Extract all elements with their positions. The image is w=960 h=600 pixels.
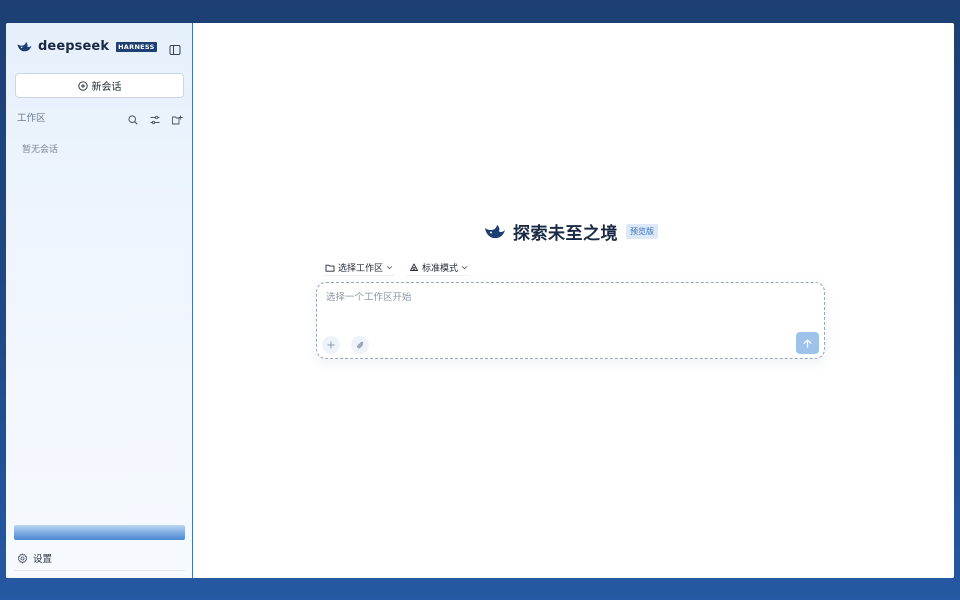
composer xyxy=(316,282,825,359)
whale-logo-icon xyxy=(485,224,505,238)
main-panel: 探索未至之境 预览版 选择工作区 标准模式 xyxy=(193,23,954,578)
app-window: deepseek HARNESS 新会话 工作区 暂无会话 设置 探索未至之境 … xyxy=(6,23,954,578)
hero: 探索未至之境 预览版 xyxy=(483,219,658,244)
preview-badge: 预览版 xyxy=(626,224,658,239)
arrow-up-icon xyxy=(803,338,812,348)
add-button[interactable] xyxy=(322,336,340,354)
brand: deepseek HARNESS xyxy=(16,39,157,54)
new-chat-button[interactable]: 新会话 xyxy=(15,73,184,98)
brand-name: deepseek xyxy=(38,39,110,54)
new-chat-label: 新会话 xyxy=(91,82,122,93)
mode-label: 标准模式 xyxy=(422,264,459,274)
chevron-down-icon xyxy=(387,266,392,270)
attach-button[interactable] xyxy=(351,336,369,354)
workspace-label: 工作区 xyxy=(17,113,46,124)
mode-dropdown[interactable]: 标准模式 xyxy=(407,260,471,276)
plus-circle-icon xyxy=(77,80,88,91)
sidebar-toggle-icon[interactable] xyxy=(169,41,181,55)
settings-button[interactable]: 设置 xyxy=(17,551,52,565)
empty-sessions-text: 暂无会话 xyxy=(22,145,59,155)
message-input[interactable] xyxy=(326,292,766,303)
select-workspace-dropdown[interactable]: 选择工作区 xyxy=(323,260,396,276)
send-button[interactable] xyxy=(796,332,819,354)
brand-badge: HARNESS xyxy=(116,41,157,52)
hero-title: 探索未至之境 xyxy=(513,224,618,244)
sliders-icon[interactable] xyxy=(149,111,161,125)
gear-icon xyxy=(17,552,28,564)
whale-logo-icon xyxy=(17,41,32,51)
select-workspace-label: 选择工作区 xyxy=(338,264,384,274)
mode-icon xyxy=(410,263,418,271)
composer-options: 选择工作区 标准模式 xyxy=(323,260,471,276)
plus-icon xyxy=(327,341,335,349)
workspace-actions xyxy=(127,111,183,125)
folder-plus-icon[interactable] xyxy=(171,111,183,125)
folder-icon xyxy=(325,264,335,272)
settings-label: 设置 xyxy=(33,554,53,565)
sidebar-gradient-bar xyxy=(14,525,185,540)
chevron-down-icon xyxy=(462,266,467,270)
paperclip-icon xyxy=(357,341,364,349)
search-icon[interactable] xyxy=(127,111,139,125)
workspace-header: 工作区 xyxy=(17,110,183,125)
divider xyxy=(14,570,185,571)
sidebar: deepseek HARNESS 新会话 工作区 暂无会话 设置 xyxy=(6,23,193,578)
